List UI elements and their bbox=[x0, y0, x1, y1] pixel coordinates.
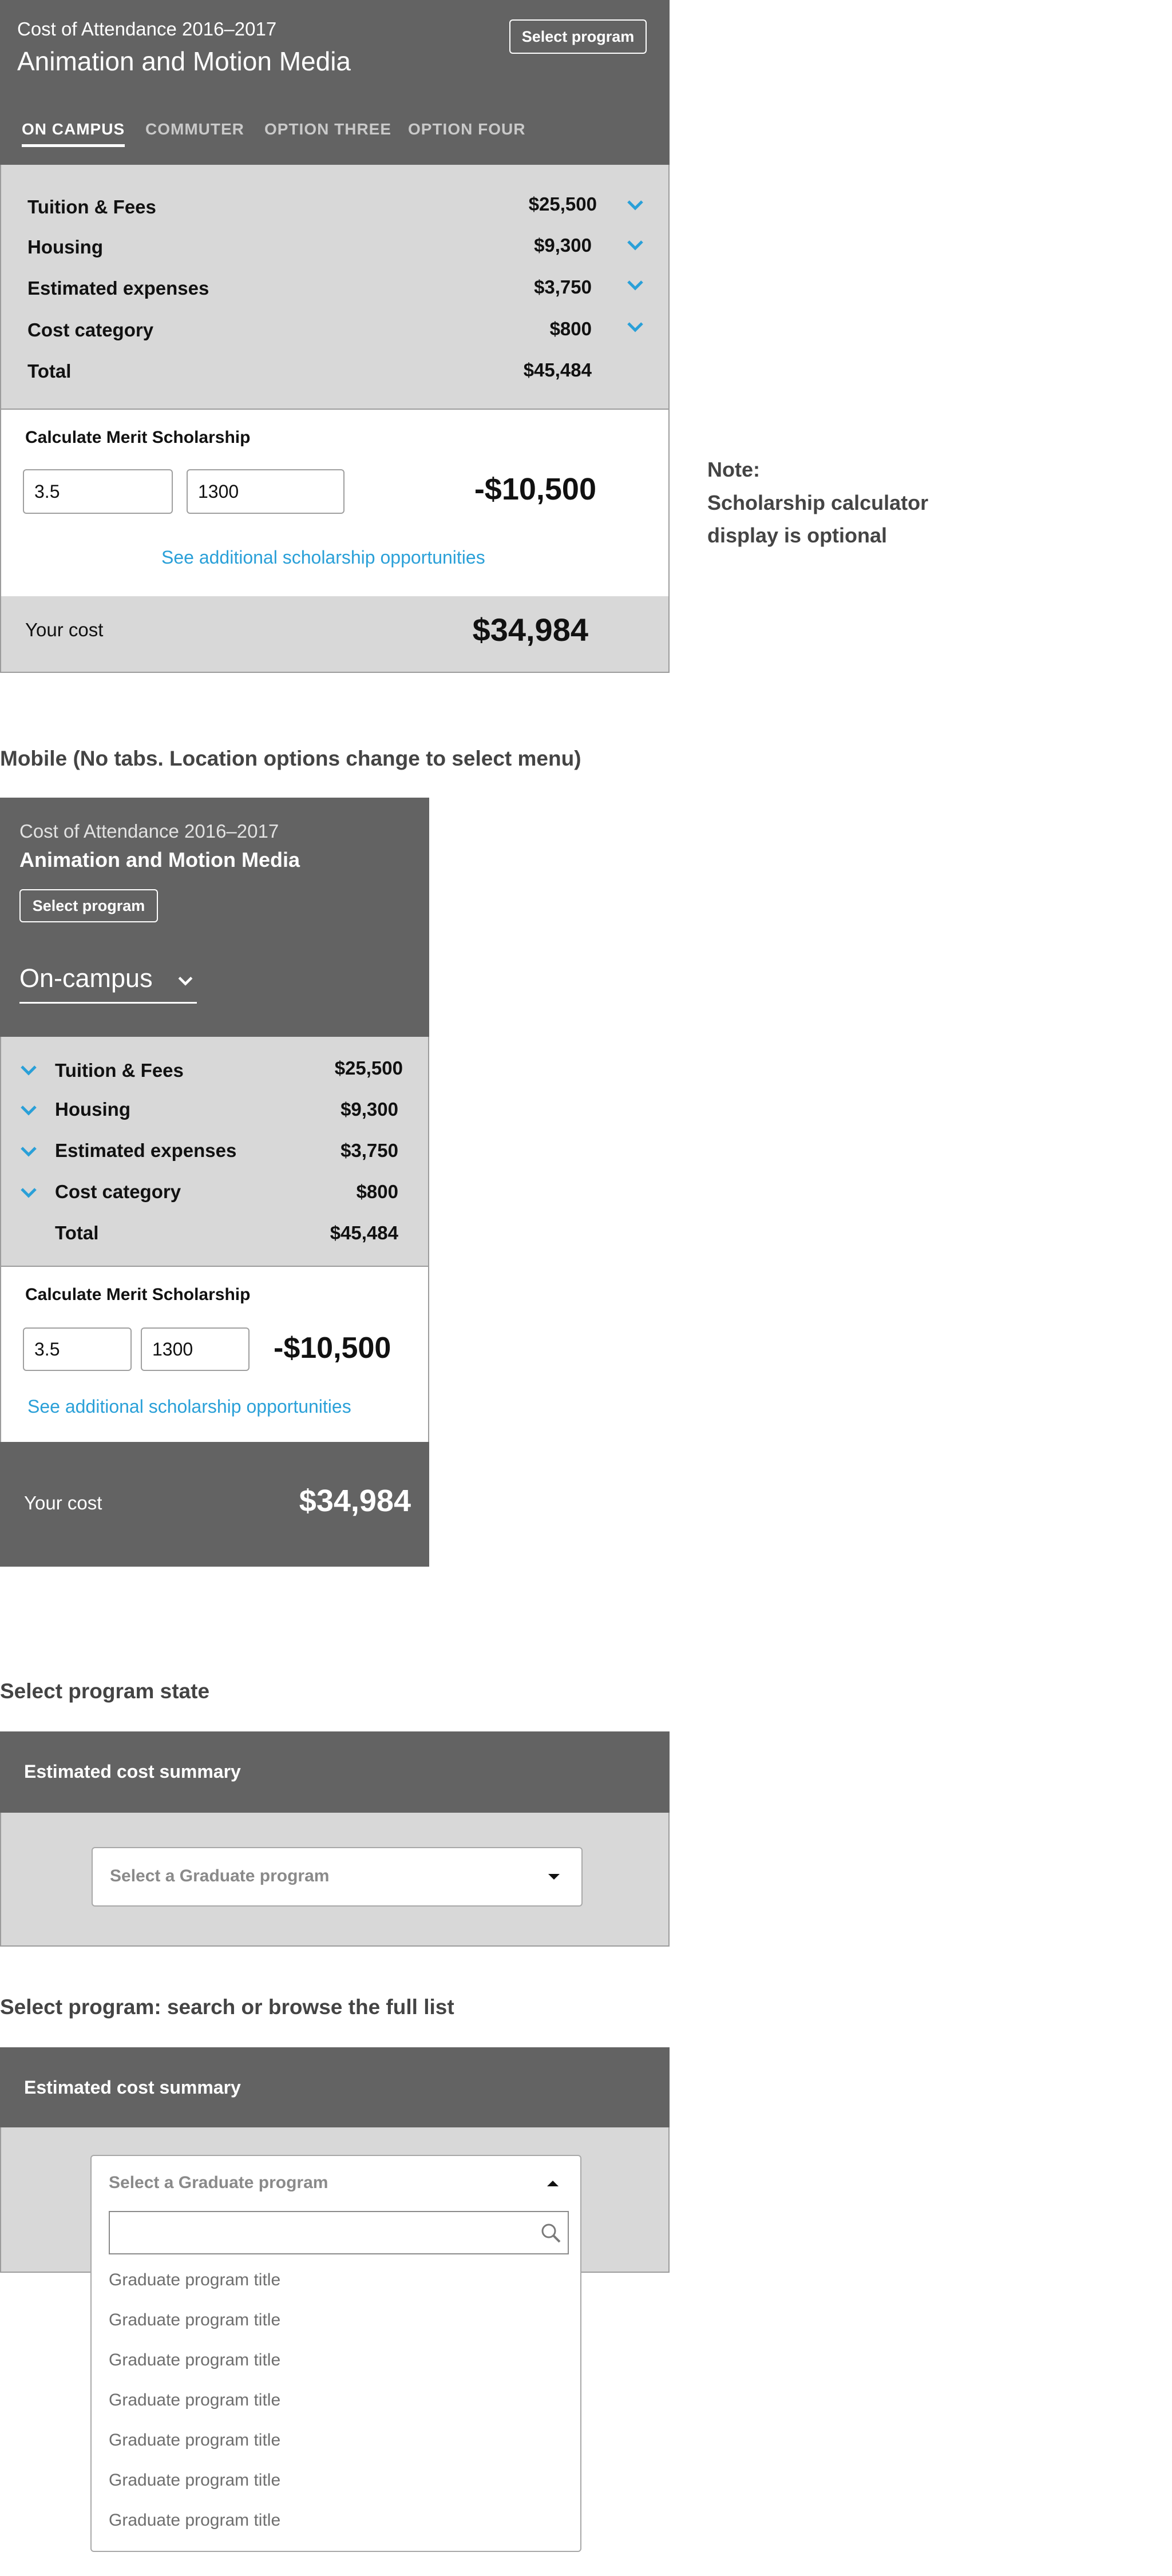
total-value: $45,484 bbox=[523, 359, 592, 381]
search-state-header: Estimated cost summary bbox=[0, 2047, 670, 2127]
your-cost-label: Your cost bbox=[25, 619, 104, 640]
mobile-cost-breakdown: Tuition & Fees $25,500 Housing $9,300 Es… bbox=[0, 1037, 429, 1267]
tab-option-three[interactable]: OPTION THREE bbox=[264, 120, 391, 138]
total-value: $45,484 bbox=[330, 1222, 398, 1243]
cost-row-label: Cost category bbox=[27, 319, 154, 340]
tab-active-underline bbox=[22, 144, 125, 147]
gpa-input[interactable]: 3.5 bbox=[23, 1327, 132, 1371]
chevron-down-icon[interactable] bbox=[624, 274, 647, 296]
your-cost-value: $34,984 bbox=[299, 1484, 411, 1518]
search-state-heading: Select program: search or browse the ful… bbox=[0, 1995, 454, 2019]
cost-row-label: Cost category bbox=[55, 1181, 181, 1202]
panel-title: Estimated cost summary bbox=[24, 1761, 241, 1782]
program-list-item[interactable]: Graduate program title bbox=[109, 2311, 280, 2330]
tab-option-four[interactable]: OPTION FOUR bbox=[408, 120, 525, 138]
note-text-line: display is optional bbox=[707, 524, 888, 547]
chevron-down-icon bbox=[175, 970, 196, 991]
additional-scholarships-link[interactable]: See additional scholarship opportunities bbox=[27, 1396, 351, 1417]
cost-row-value: $3,750 bbox=[534, 276, 592, 298]
cost-row-value: $25,500 bbox=[528, 193, 597, 215]
desktop-header: Cost of Attendance 2016–2017 Animation a… bbox=[0, 0, 670, 165]
desktop-your-cost: Your cost $34,984 bbox=[0, 596, 670, 673]
cost-row-value: $3,750 bbox=[340, 1140, 398, 1161]
chevron-down-icon[interactable] bbox=[624, 315, 647, 338]
note-label: Note: bbox=[707, 458, 760, 481]
cost-row-label: Tuition & Fees bbox=[55, 1060, 184, 1081]
caret-down-icon bbox=[547, 1872, 561, 1881]
cost-row-value: $9,300 bbox=[534, 235, 592, 256]
test-score-input[interactable]: 1300 bbox=[141, 1327, 250, 1371]
cost-row-value: $9,300 bbox=[340, 1099, 398, 1120]
cost-row-label: Housing bbox=[55, 1099, 130, 1120]
location-select[interactable]: On-campus bbox=[19, 964, 197, 1004]
program-list-item[interactable]: Graduate program title bbox=[109, 2431, 280, 2450]
desktop-subtitle: Cost of Attendance 2016–2017 bbox=[17, 18, 277, 39]
chevron-down-icon[interactable] bbox=[17, 1059, 40, 1081]
program-list-item[interactable]: Graduate program title bbox=[109, 2351, 280, 2370]
total-label: Total bbox=[27, 360, 72, 382]
mobile-header: Cost of Attendance 2016–2017 Animation a… bbox=[0, 798, 429, 1037]
cost-row-label: Estimated expenses bbox=[55, 1140, 237, 1161]
program-list-item[interactable]: Graduate program title bbox=[109, 2391, 280, 2410]
dropdown-placeholder: Select a Graduate program bbox=[110, 1866, 330, 1885]
program-search-box bbox=[109, 2211, 569, 2254]
mobile-your-cost: Your cost $34,984 bbox=[0, 1442, 429, 1567]
program-list-item[interactable]: Graduate program title bbox=[109, 2511, 280, 2530]
chevron-down-icon[interactable] bbox=[624, 233, 647, 256]
search-icon[interactable] bbox=[540, 2222, 562, 2244]
mobile-scholarship-calculator: Calculate Merit Scholarship 3.5 1300 -$1… bbox=[0, 1266, 429, 1443]
mobile-program-title: Animation and Motion Media bbox=[19, 848, 300, 871]
select-state-body: Select a Graduate program bbox=[0, 1813, 670, 1947]
program-dropdown[interactable]: Select a Graduate program bbox=[92, 1847, 583, 1907]
dropdown-placeholder: Select a Graduate program bbox=[109, 2173, 328, 2192]
cost-row-label: Tuition & Fees bbox=[27, 196, 156, 217]
select-program-button[interactable]: Select program bbox=[509, 19, 647, 54]
mobile-subtitle: Cost of Attendance 2016–2017 bbox=[19, 821, 279, 842]
program-search-input[interactable] bbox=[110, 2212, 533, 2253]
cost-row-value: $800 bbox=[549, 318, 592, 339]
chevron-down-icon[interactable] bbox=[624, 193, 647, 216]
additional-scholarships-link[interactable]: See additional scholarship opportunities bbox=[161, 547, 485, 568]
tab-on-campus[interactable]: ON CAMPUS bbox=[22, 120, 125, 138]
program-list-item[interactable]: Graduate program title bbox=[109, 2270, 280, 2290]
tab-commuter[interactable]: COMMUTER bbox=[145, 120, 244, 138]
scholarship-title: Calculate Merit Scholarship bbox=[25, 1285, 251, 1304]
test-score-input[interactable]: 1300 bbox=[187, 469, 345, 514]
cost-row-value: $25,500 bbox=[334, 1057, 403, 1079]
total-label: Total bbox=[55, 1222, 99, 1243]
desktop-cost-breakdown: Tuition & Fees $25,500 Housing $9,300 Es… bbox=[0, 165, 670, 409]
panel-title: Estimated cost summary bbox=[24, 2077, 241, 2098]
cost-row-value: $800 bbox=[356, 1181, 398, 1202]
your-cost-label: Your cost bbox=[24, 1492, 102, 1513]
program-dropdown-open[interactable]: Select a Graduate program Graduate progr… bbox=[90, 2155, 581, 2552]
scholarship-title: Calculate Merit Scholarship bbox=[25, 428, 251, 447]
select-state-header: Estimated cost summary bbox=[0, 1731, 670, 1813]
chevron-down-icon[interactable] bbox=[17, 1140, 40, 1163]
desktop-program-title: Animation and Motion Media bbox=[17, 46, 351, 76]
program-list-item[interactable]: Graduate program title bbox=[109, 2471, 280, 2490]
mobile-select-program-button[interactable]: Select program bbox=[19, 889, 158, 922]
desktop-scholarship-calculator: Calculate Merit Scholarship 3.5 1300 -$1… bbox=[0, 409, 670, 597]
note-text-line: Scholarship calculator bbox=[707, 491, 929, 514]
scholarship-amount: -$10,500 bbox=[474, 472, 596, 506]
chevron-down-icon[interactable] bbox=[17, 1099, 40, 1121]
cost-row-label: Housing bbox=[27, 236, 103, 257]
scholarship-amount: -$10,500 bbox=[274, 1331, 391, 1365]
mobile-section-heading: Mobile (No tabs. Location options change… bbox=[0, 747, 581, 770]
location-select-value: On-campus bbox=[19, 964, 153, 993]
chevron-down-icon[interactable] bbox=[17, 1181, 40, 1204]
your-cost-value: $34,984 bbox=[472, 612, 588, 648]
select-state-heading: Select program state bbox=[0, 1679, 210, 1703]
caret-up-icon bbox=[546, 2179, 560, 2188]
gpa-input[interactable]: 3.5 bbox=[23, 469, 173, 514]
cost-row-label: Estimated expenses bbox=[27, 278, 209, 299]
